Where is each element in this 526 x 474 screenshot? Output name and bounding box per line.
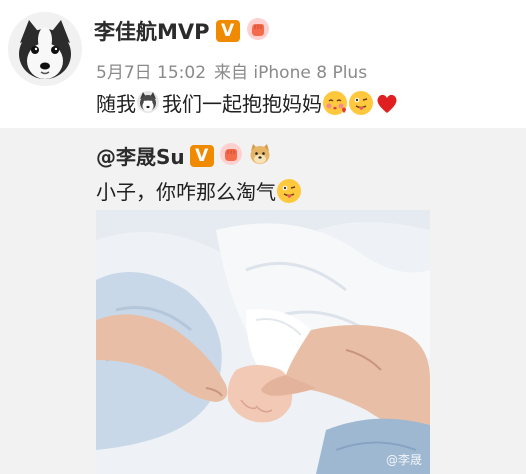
baby-hand-photo <box>96 210 430 474</box>
fist-icon <box>219 142 243 170</box>
photo-watermark: @李晟 <box>385 453 422 467</box>
verified-icon: V <box>189 144 214 167</box>
doge-icon <box>248 142 272 170</box>
husky-avatar-icon <box>8 12 82 86</box>
repost-text-content: 小子，你咋那么淘气 <box>96 180 276 204</box>
post-source: 来自 iPhone 8 Plus <box>214 63 368 83</box>
post-text: 随我 我们一起抱抱妈妈 <box>96 88 400 117</box>
tongue-face-icon <box>348 90 374 116</box>
username[interactable]: 李佳航MVP <box>94 16 210 46</box>
repost-text: 小子，你咋那么淘气 <box>96 176 302 205</box>
post-photo[interactable]: @李晟 <box>96 210 430 474</box>
avatar[interactable] <box>8 12 82 86</box>
post-text-part-2: 我们一起抱抱妈妈 <box>162 92 322 116</box>
repost-username[interactable]: @李晟Su <box>96 141 185 170</box>
red-heart-icon <box>374 90 400 116</box>
husky-face-icon <box>136 90 162 116</box>
kiss-face-icon <box>322 90 348 116</box>
post-text-part-1: 随我 <box>96 92 136 116</box>
fist-icon <box>246 17 270 45</box>
main-post: 李佳航MVP V 5月7日 15:02 来自 iPhone 8 Plus 随我 <box>0 0 526 128</box>
tongue-face-icon <box>276 178 302 204</box>
post-date: 5月7日 15:02 <box>96 63 207 83</box>
repost-card[interactable]: @李晟Su V 小子，你咋那么淘气 @李晟 <box>0 128 526 474</box>
verified-icon: V <box>215 20 240 42</box>
